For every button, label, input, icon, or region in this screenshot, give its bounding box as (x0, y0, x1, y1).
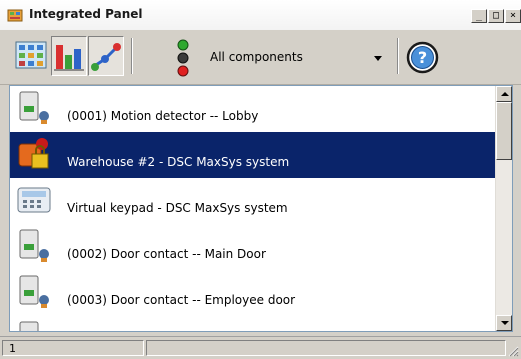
list-item-label: Warehouse #2 - DSC MaxSys system (67, 155, 290, 169)
maximize-button[interactable]: □ (488, 9, 504, 23)
list-item-label: (0002) Door contact -- Main Door (67, 247, 266, 261)
scroll-up-button[interactable] (496, 86, 512, 102)
resize-grip-icon[interactable] (507, 345, 519, 357)
list-item-label: (0001) Motion detector -- Lobby (67, 109, 259, 123)
list-item[interactable]: (0001) Motion detector -- Lobby (10, 86, 496, 132)
sensor-device-icon (19, 91, 49, 124)
help-icon[interactable]: ? (406, 41, 439, 74)
components-view-button[interactable] (88, 36, 124, 76)
traffic-light-icon (177, 39, 189, 77)
sensor-device-icon (19, 321, 39, 331)
status-message-pane (146, 340, 506, 356)
status-count: 1 (9, 342, 16, 355)
component-list[interactable]: (0001) Motion detector -- Lobby Warehous… (9, 85, 513, 332)
window-title: Integrated Panel (29, 7, 143, 21)
status-bar: 1 (0, 336, 521, 359)
list-item[interactable]: (0002) Door contact -- Main Door (10, 224, 496, 270)
toolbar: All components ? (0, 30, 521, 85)
list-item[interactable]: (0003) Door contact -- Employee door (10, 270, 496, 316)
app-panel-icon (7, 9, 23, 22)
component-filter-value: All components (210, 50, 303, 64)
list-item-selected[interactable]: Warehouse #2 - DSC MaxSys system (10, 132, 496, 178)
arrow-up-icon (501, 92, 509, 96)
component-links-icon (91, 43, 121, 71)
toolbar-separator (131, 38, 133, 74)
minimize-button[interactable]: _ (471, 9, 487, 23)
list-item-label: Virtual keypad - DSC MaxSys system (67, 201, 288, 215)
status-count-pane: 1 (2, 340, 144, 356)
arrow-down-icon (501, 321, 509, 325)
scroll-down-button[interactable] (496, 315, 512, 331)
list-item[interactable] (10, 316, 496, 331)
keypad-icon (17, 187, 51, 213)
sensor-device-icon (19, 229, 49, 262)
list-item[interactable]: Virtual keypad - DSC MaxSys system (10, 178, 496, 224)
topology-view-button[interactable] (14, 36, 50, 76)
svg-text:?: ? (418, 48, 427, 67)
sensor-device-icon (19, 275, 49, 308)
toolbar-separator (397, 38, 399, 74)
bar-chart-icon (54, 45, 84, 71)
vertical-scrollbar[interactable] (495, 86, 512, 331)
list-item-label: (0003) Door contact -- Employee door (67, 293, 296, 307)
integrated-panel-window: Integrated Panel _ □ × All components ? … (0, 0, 521, 359)
title-bar[interactable]: Integrated Panel _ □ × (0, 0, 521, 31)
scrollbar-thumb[interactable] (496, 102, 512, 160)
dropdown-arrow-icon[interactable] (374, 56, 382, 61)
topology-icon (15, 41, 47, 69)
close-button[interactable]: × (505, 9, 521, 23)
chart-view-button[interactable] (51, 36, 87, 76)
alarm-system-icon (18, 138, 49, 169)
